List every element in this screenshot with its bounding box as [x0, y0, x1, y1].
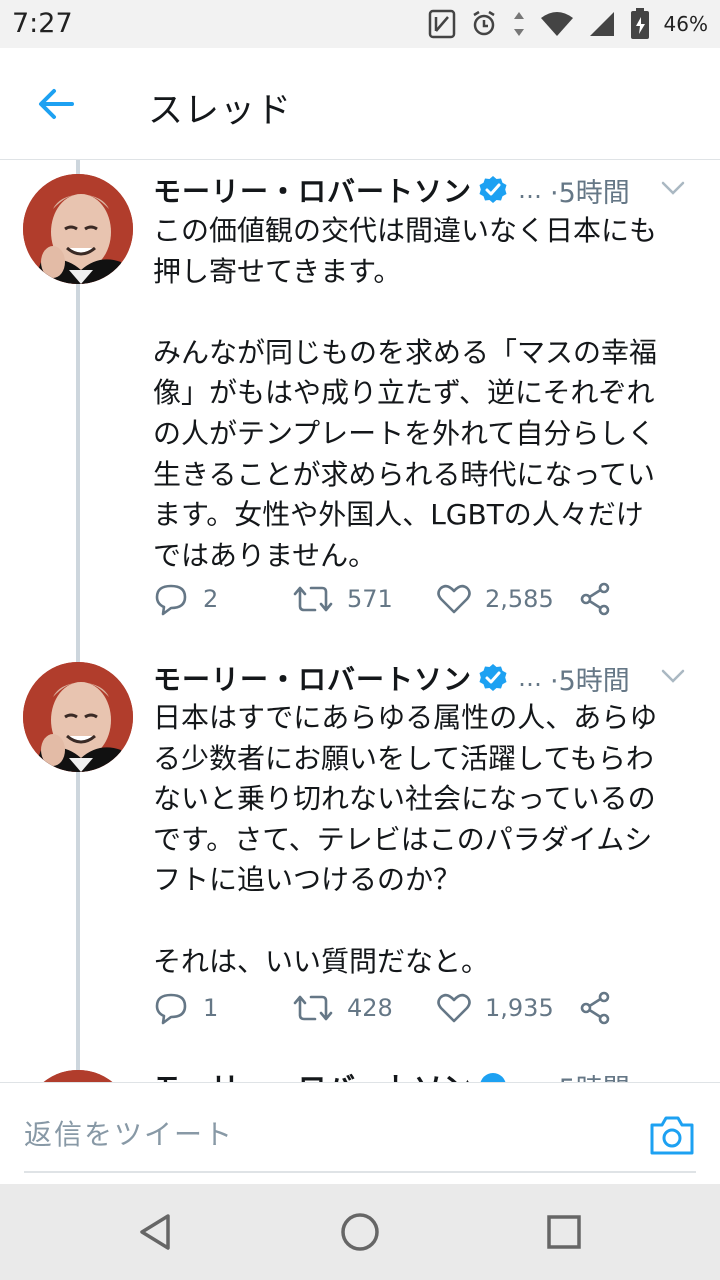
wifi-icon — [540, 12, 573, 36]
like-count: 1,935 — [485, 994, 554, 1022]
author-handle: … — [518, 176, 543, 204]
thread-connector-line — [76, 160, 80, 1070]
like-count: 2,585 — [485, 585, 554, 613]
retweet-count: 428 — [347, 994, 393, 1022]
camera-button[interactable] — [648, 1113, 696, 1157]
status-bar: 7:27 46% — [0, 0, 720, 48]
tweet-line: 日本はすでにあらゆる属性の人、あらゆ — [153, 701, 658, 734]
tweet-line: 押し寄せてきます。 — [153, 254, 402, 288]
verified-badge-icon — [478, 175, 508, 205]
reply-count: 1 — [203, 994, 219, 1022]
tweet-time: ·5時間 — [550, 177, 630, 209]
tweet-text: 日本はすでにあらゆる属性の人、あらゆ る少数者にお願いをして活躍してもらわ ない… — [153, 698, 701, 982]
tweet-line — [153, 292, 701, 333]
author-handle: … — [518, 1072, 542, 1082]
tweet-text: この価値観の交代は間違いなく日本にも 押し寄せてきます。 みんなが同じものを求め… — [153, 211, 701, 576]
avatar-photo — [23, 174, 133, 284]
tweet-line: 生きることが求められる時代になってい — [153, 457, 656, 491]
verified-badge-icon — [478, 663, 508, 693]
tweet-line: フトに追いつけるのか？ — [153, 863, 462, 897]
retweet-button[interactable]: 571 — [293, 579, 393, 619]
tweet-actions: 2 571 2,585 — [153, 579, 713, 619]
tweet-header: モーリー・ロバートソン … ·5時間 — [153, 170, 713, 210]
tweet-line: ではありません。 — [153, 538, 377, 572]
arrow-left-icon — [39, 89, 74, 119]
nav-recents-button[interactable] — [540, 1208, 588, 1256]
tweet-line: この価値観の交代は間違いなく日本にも — [153, 214, 658, 247]
tweet-actions: 1 428 1,935 — [153, 988, 713, 1028]
camera-icon — [650, 1116, 694, 1155]
tweet-time: ·5時間 — [550, 665, 630, 697]
square-recents-icon — [547, 1215, 581, 1249]
back-button[interactable] — [34, 82, 78, 126]
chevron-down-icon[interactable] — [659, 174, 687, 206]
reply-bar: 返信をツイート — [0, 1082, 720, 1184]
author-name[interactable]: モーリー・ロバートソン — [153, 658, 472, 698]
speech-bubble-icon — [155, 993, 187, 1025]
tweet-line: ます。女性や外国人、LGBTの人々だけ — [153, 498, 644, 532]
reply-input[interactable]: 返信をツイート — [24, 1113, 624, 1153]
battery-percent: 46% — [663, 12, 708, 36]
reply-count: 2 — [203, 585, 219, 613]
like-button[interactable]: 1,935 — [437, 988, 554, 1028]
reply-button[interactable]: 2 — [153, 579, 218, 619]
reply-button[interactable]: 1 — [153, 988, 218, 1028]
thread[interactable]: モーリー・ロバートソン … ·5時間 この価値観の交代は間違いなく日本にも 押し… — [0, 160, 720, 1082]
alarm-icon — [472, 10, 495, 36]
data-arrows-icon — [513, 12, 524, 36]
battery-icon — [630, 8, 649, 39]
app-header: スレッド — [0, 48, 720, 160]
like-button[interactable]: 2,585 — [437, 579, 554, 619]
tweet-line: みんなが同じものを求める「マスの幸福 — [153, 335, 658, 369]
avatar[interactable] — [23, 662, 133, 772]
heart-icon — [437, 584, 471, 614]
system-nav-bar — [0, 1184, 720, 1280]
retweet-button[interactable]: 428 — [293, 988, 393, 1028]
author-name[interactable]: モーリー・ロバートソン — [153, 1066, 472, 1082]
avatar-photo — [23, 1070, 133, 1082]
status-icons: 46% — [428, 8, 708, 40]
circle-home-icon — [341, 1213, 379, 1251]
retweet-icon — [293, 586, 333, 612]
triangle-back-icon — [140, 1214, 170, 1250]
tweet-line: る少数者にお願いをして活躍してもらわ — [153, 741, 654, 775]
tweet-header: モーリー・ロバートソン … ·5時間 — [153, 1066, 713, 1082]
share-icon — [580, 582, 610, 616]
nav-back-button[interactable] — [132, 1208, 180, 1256]
avatar[interactable] — [23, 1070, 133, 1082]
tweet-line: それは、いい質問だなと。 — [153, 944, 490, 978]
tweet-line: ないと乗り切れない社会になっているの — [153, 782, 656, 816]
nfc-icon — [428, 9, 455, 39]
status-time: 7:27 — [12, 8, 73, 39]
verified-badge-icon — [478, 1071, 508, 1082]
tweet-time: ·5時間 — [550, 1067, 630, 1083]
chevron-down-icon[interactable] — [659, 662, 687, 694]
author-name[interactable]: モーリー・ロバートソン — [153, 170, 472, 210]
share-icon — [580, 991, 610, 1025]
tweet-line: 像」がもはや成り立たず、逆にそれぞれ — [153, 376, 655, 410]
share-button[interactable] — [579, 579, 611, 619]
retweet-count: 571 — [347, 585, 393, 613]
author-handle: … — [518, 664, 543, 692]
avatar[interactable] — [23, 174, 133, 284]
page-title: スレッド — [148, 91, 293, 131]
tweet-line: の人がテンプレートを外れて自分らしく — [153, 416, 656, 450]
nav-home-button[interactable] — [336, 1208, 384, 1256]
heart-icon — [437, 993, 471, 1023]
retweet-icon — [293, 995, 333, 1021]
speech-bubble-icon — [155, 584, 187, 616]
reply-input-underline — [24, 1171, 696, 1173]
share-button[interactable] — [579, 988, 611, 1028]
tweet-header: モーリー・ロバートソン … ·5時間 — [153, 658, 713, 698]
tweet-line — [153, 901, 701, 942]
tweet-line: です。さて、テレビはこのパラダイムシ — [153, 822, 653, 856]
avatar-photo — [23, 662, 133, 772]
signal-icon — [589, 12, 614, 36]
